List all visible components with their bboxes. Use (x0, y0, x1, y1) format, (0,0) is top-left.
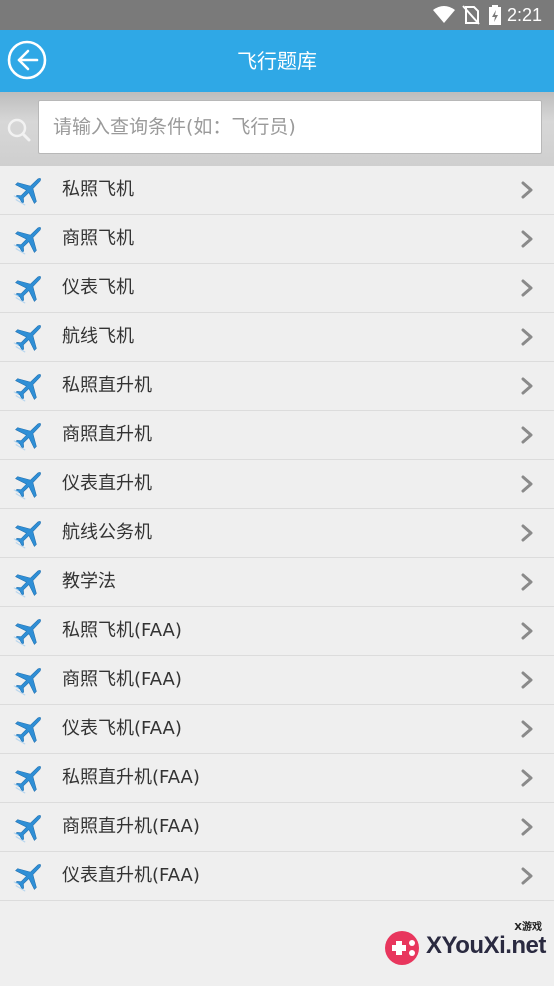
list-item[interactable]: 仪表直升机(FAA) (0, 852, 554, 901)
airplane-icon (13, 668, 41, 696)
list-item-label: 私照飞机 (62, 179, 134, 200)
list-item-label: 航线公务机 (62, 522, 152, 543)
chevron-right-icon (521, 720, 533, 738)
wifi-icon (433, 6, 455, 23)
list-item-label: 仪表直升机(FAA) (62, 865, 200, 886)
app-bar: 飞行题库 (0, 30, 554, 92)
list-item-label: 仪表直升机 (62, 473, 152, 494)
airplane-icon (13, 178, 41, 206)
airplane-icon (13, 374, 41, 402)
chevron-right-icon (521, 230, 533, 248)
list-item[interactable]: 私照飞机(FAA) (0, 607, 554, 656)
list-item-label: 商照直升机 (62, 424, 152, 445)
list-item[interactable]: 教学法 (0, 558, 554, 607)
list-item-label: 仪表飞机(FAA) (62, 718, 182, 739)
status-bar: 2:21 (0, 0, 554, 30)
chevron-right-icon (521, 328, 533, 346)
airplane-icon (13, 472, 41, 500)
search-icon (7, 118, 31, 142)
list-item[interactable]: 航线飞机 (0, 313, 554, 362)
watermark-small-text: X游戏 (514, 922, 542, 933)
airplane-icon (13, 227, 41, 255)
gamepad-logo-icon (385, 931, 419, 965)
list-item[interactable]: 商照飞机 (0, 215, 554, 264)
question-bank-list: 私照飞机 商照飞机 仪表飞机 航线飞机 私照直升机 商照直升机 仪表直升机 航线… (0, 166, 554, 901)
airplane-icon (13, 521, 41, 549)
airplane-icon (13, 619, 41, 647)
status-time: 2:21 (506, 5, 542, 25)
battery-charging-icon (489, 5, 501, 25)
list-item[interactable]: 仪表飞机(FAA) (0, 705, 554, 754)
list-item[interactable]: 私照直升机 (0, 362, 554, 411)
list-item[interactable]: 私照飞机 (0, 166, 554, 215)
chevron-right-icon (521, 426, 533, 444)
list-item[interactable]: 商照直升机 (0, 411, 554, 460)
chevron-right-icon (521, 867, 533, 885)
airplane-icon (13, 864, 41, 892)
list-item-label: 航线飞机 (62, 326, 134, 347)
chevron-right-icon (521, 377, 533, 395)
airplane-icon (13, 766, 41, 794)
chevron-right-icon (521, 524, 533, 542)
page-title: 飞行题库 (237, 49, 317, 73)
airplane-icon (13, 815, 41, 843)
list-item[interactable]: 私照直升机(FAA) (0, 754, 554, 803)
list-item-label: 私照直升机 (62, 375, 152, 396)
list-item-label: 商照飞机(FAA) (62, 669, 182, 690)
list-item-label: 商照直升机(FAA) (62, 816, 200, 837)
chevron-right-icon (521, 573, 533, 591)
chevron-right-icon (521, 475, 533, 493)
list-item-label: 私照直升机(FAA) (62, 767, 200, 788)
chevron-right-icon (521, 818, 533, 836)
airplane-icon (13, 717, 41, 745)
chevron-right-icon (521, 622, 533, 640)
no-sim-icon (462, 5, 480, 25)
list-item-label: 私照飞机(FAA) (62, 620, 182, 641)
airplane-icon (13, 570, 41, 598)
list-item-label: 仪表飞机 (62, 277, 134, 298)
chevron-right-icon (521, 181, 533, 199)
list-item[interactable]: 航线公务机 (0, 509, 554, 558)
airplane-icon (13, 423, 41, 451)
search-input[interactable] (38, 100, 542, 154)
list-item[interactable]: 商照飞机(FAA) (0, 656, 554, 705)
chevron-right-icon (521, 671, 533, 689)
watermark-logo: X游戏 XYouXi.net (384, 918, 546, 974)
list-item-label: 商照飞机 (62, 228, 134, 249)
list-item-label: 教学法 (62, 571, 116, 592)
chevron-right-icon (521, 769, 533, 787)
airplane-icon (13, 276, 41, 304)
list-item[interactable]: 商照直升机(FAA) (0, 803, 554, 852)
list-item[interactable]: 仪表飞机 (0, 264, 554, 313)
watermark-brand: XYouXi.net (426, 932, 546, 959)
chevron-right-icon (521, 279, 533, 297)
list-item[interactable]: 仪表直升机 (0, 460, 554, 509)
airplane-icon (13, 325, 41, 353)
search-bar (0, 92, 554, 167)
